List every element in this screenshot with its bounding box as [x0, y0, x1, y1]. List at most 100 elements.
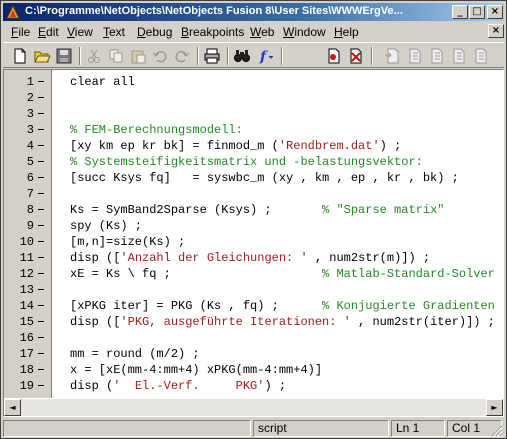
paste-icon[interactable]: [129, 47, 147, 65]
horizontal-scrollbar[interactable]: ◄ ►: [4, 399, 503, 416]
step-over-icon[interactable]: [405, 47, 423, 65]
minimize-button[interactable]: _: [452, 5, 468, 19]
code-text[interactable]: xE = Ks \ fq ; % Matlab-Standard-Solver: [70, 266, 495, 282]
breakpoint-marker[interactable]: [38, 353, 44, 354]
menu-web[interactable]: Web: [250, 25, 274, 39]
function-icon[interactable]: f: [256, 47, 274, 65]
menu-edit[interactable]: Edit: [38, 25, 59, 39]
line-number[interactable]: 12: [4, 266, 34, 282]
scroll-left-button[interactable]: ◄: [4, 399, 21, 416]
code-text[interactable]: [xy km ep kr bk] = finmod_m ('Rendbrem.d…: [70, 138, 401, 154]
copy-icon[interactable]: [107, 47, 125, 65]
line-number[interactable]: 10: [4, 234, 34, 250]
code-line[interactable]: 8 Ks = SymBand2Sparse (Ksys) ; % "Sparse …: [4, 202, 502, 218]
line-number[interactable]: 18: [4, 362, 34, 378]
breakpoint-marker[interactable]: [38, 225, 44, 226]
code-text[interactable]: mm = round (m/2) ;: [70, 346, 200, 362]
breakpoint-marker[interactable]: [38, 145, 44, 146]
line-number[interactable]: 8: [4, 202, 34, 218]
code-line[interactable]: 17 mm = round (m/2) ;: [4, 346, 502, 362]
code-line[interactable]: 13: [4, 282, 502, 298]
maximize-button[interactable]: □: [469, 5, 485, 19]
breakpoint-marker[interactable]: [38, 305, 44, 306]
line-number[interactable]: 9: [4, 218, 34, 234]
breakpoint-marker[interactable]: [38, 209, 44, 210]
code-text[interactable]: disp (' El.-Verf. PKG') ;: [70, 378, 286, 394]
code-line[interactable]: 3: [4, 106, 502, 122]
line-number[interactable]: 3: [4, 122, 34, 138]
code-line[interactable]: 12 xE = Ks \ fq ; % Matlab-Standard-Solve…: [4, 266, 502, 282]
code-text[interactable]: disp (['PKG, ausgeführte Iterationen: ' …: [70, 314, 495, 330]
menu-breakpoints[interactable]: Breakpoints: [181, 25, 244, 39]
code-text[interactable]: disp (['Anzahl der Gleichungen: ' , num2…: [70, 250, 430, 266]
code-line[interactable]: 6 [succ Ksys fq] = syswbc_m (xy , km , ep…: [4, 170, 502, 186]
continue-icon[interactable]: [449, 47, 467, 65]
code-text[interactable]: Ks = SymBand2Sparse (Ksys) ; % "Sparse m…: [70, 202, 444, 218]
breakpoint-marker[interactable]: [38, 129, 44, 130]
line-number[interactable]: 6: [4, 170, 34, 186]
code-text[interactable]: [succ Ksys fq] = syswbc_m (xy , km , ep …: [70, 170, 459, 186]
code-text[interactable]: % FEM-Berechnungsmodell:: [70, 122, 243, 138]
code-text[interactable]: [xPKG iter] = PKG (Ks , fq) ; % Konjugie…: [70, 298, 495, 314]
code-line[interactable]: 9 spy (Ks) ;: [4, 218, 502, 234]
line-number[interactable]: 2: [4, 90, 34, 106]
line-number[interactable]: 16: [4, 330, 34, 346]
title-bar[interactable]: C:\Programme\NetObjects\NetObjects Fusio…: [3, 3, 504, 21]
breakpoint-marker[interactable]: [38, 369, 44, 370]
breakpoint-marker[interactable]: [38, 257, 44, 258]
line-number[interactable]: 15: [4, 314, 34, 330]
resize-grip-icon[interactable]: [491, 425, 503, 437]
code-line[interactable]: 18 x = [xE(mm-4:mm+4) xPKG(mm-4:mm+4)]: [4, 362, 502, 378]
code-text[interactable]: x = [xE(mm-4:mm+4) xPKG(mm-4:mm+4)]: [70, 362, 322, 378]
breakpoint-marker[interactable]: [38, 241, 44, 242]
close-button[interactable]: ×: [487, 5, 503, 19]
code-line[interactable]: 3 % FEM-Berechnungsmodell:: [4, 122, 502, 138]
breakpoint-marker[interactable]: [38, 289, 44, 290]
set-breakpoint-icon[interactable]: [325, 47, 343, 65]
code-line[interactable]: 7: [4, 186, 502, 202]
open-folder-icon[interactable]: [33, 47, 51, 65]
menu-window[interactable]: Window: [283, 25, 326, 39]
code-line[interactable]: 16: [4, 330, 502, 346]
menu-file[interactable]: File: [11, 25, 30, 39]
scroll-right-button[interactable]: ►: [486, 399, 503, 416]
breakpoint-marker[interactable]: [38, 113, 44, 114]
code-line[interactable]: 19 disp (' El.-Verf. PKG') ;: [4, 378, 502, 394]
step-in-icon[interactable]: [383, 47, 401, 65]
code-line[interactable]: 10 [m,n]=size(Ks) ;: [4, 234, 502, 250]
save-icon[interactable]: [55, 47, 73, 65]
line-number[interactable]: 13: [4, 282, 34, 298]
breakpoint-marker[interactable]: [38, 177, 44, 178]
code-line[interactable]: 14 [xPKG iter] = PKG (Ks , fq) ; % Konjug…: [4, 298, 502, 314]
menu-text[interactable]: Text: [103, 25, 125, 39]
breakpoint-marker[interactable]: [38, 273, 44, 274]
line-number[interactable]: 11: [4, 250, 34, 266]
line-number[interactable]: 3: [4, 106, 34, 122]
line-number[interactable]: 5: [4, 154, 34, 170]
code-line[interactable]: 5 % Systemsteifigkeitsmatrix und -belastu…: [4, 154, 502, 170]
breakpoint-marker[interactable]: [38, 321, 44, 322]
line-number[interactable]: 14: [4, 298, 34, 314]
code-line[interactable]: 11 disp (['Anzahl der Gleichungen: ' , nu…: [4, 250, 502, 266]
print-icon[interactable]: [203, 47, 221, 65]
clear-breakpoint-icon[interactable]: [347, 47, 365, 65]
code-editor[interactable]: 1 clear all 2 3 3% FEM-Berechnungsmodell: 4 [x…: [3, 69, 504, 417]
line-number[interactable]: 4: [4, 138, 34, 154]
menu-help[interactable]: Help: [334, 25, 359, 39]
code-line[interactable]: 15 disp (['PKG, ausgeführte Iterationen: …: [4, 314, 502, 330]
code-text[interactable]: % Systemsteifigkeitsmatrix und -belastun…: [70, 154, 423, 170]
undo-icon[interactable]: [151, 47, 169, 65]
redo-icon[interactable]: [173, 47, 191, 65]
code-line[interactable]: 1 clear all: [4, 74, 502, 90]
code-text[interactable]: spy (Ks) ;: [70, 218, 142, 234]
code-line[interactable]: 4 [xy km ep kr bk] = finmod_m ('Rendbrem.…: [4, 138, 502, 154]
breakpoint-marker[interactable]: [38, 97, 44, 98]
code-text[interactable]: [m,n]=size(Ks) ;: [70, 234, 185, 250]
exit-debug-icon[interactable]: [471, 47, 489, 65]
breakpoint-marker[interactable]: [38, 193, 44, 194]
step-out-icon[interactable]: [427, 47, 445, 65]
line-number[interactable]: 17: [4, 346, 34, 362]
cut-icon[interactable]: [85, 47, 103, 65]
line-number[interactable]: 1: [4, 74, 34, 90]
document-close-button[interactable]: ×: [488, 24, 504, 38]
